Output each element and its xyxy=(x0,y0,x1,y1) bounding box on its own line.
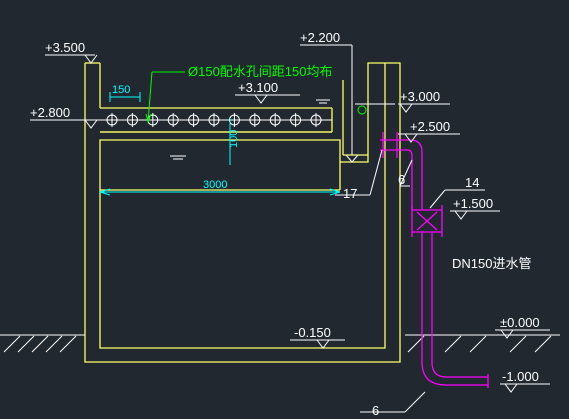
callout-6-upper: 6 xyxy=(398,172,405,187)
tank-section-diagram: +3.500 +2.800 +2.200 +3.100 +3.000 +2.50… xyxy=(0,30,560,418)
dim-hole-spacing: 150 xyxy=(112,84,130,96)
note-distribution-holes: Ø150配水孔间距150均布 xyxy=(188,64,333,79)
elev-tank-top: +3.500 xyxy=(45,40,85,55)
elev-distribution: +2.800 xyxy=(30,105,70,120)
elev-outlet-pipe: +2.500 xyxy=(410,119,450,134)
elevation-markers xyxy=(30,44,550,393)
level-sensor-icon xyxy=(357,105,367,115)
callout-leaders xyxy=(335,149,485,413)
ground-hatch-left xyxy=(0,334,85,353)
dim-channel-depth: 100 xyxy=(228,130,240,148)
valve-icon xyxy=(411,205,443,237)
ground-hatch-right xyxy=(405,334,560,353)
tank-walls xyxy=(84,62,401,363)
water-surface-marks xyxy=(170,99,395,160)
dim-tank-width: 3000 xyxy=(203,179,227,191)
elev-inlet-pipe: -1.000 xyxy=(502,369,539,384)
elev-tank-bottom: -0.150 xyxy=(294,325,331,340)
note-inlet-pipe: DN150进水管 xyxy=(452,256,531,271)
note-leader xyxy=(145,71,185,124)
callout-6-lower: 6 xyxy=(372,403,379,418)
callout-14: 14 xyxy=(465,175,479,190)
elev-ground: ±0.000 xyxy=(500,315,540,330)
elev-outlet-top: +3.000 xyxy=(400,89,440,104)
elev-water-level: +3.100 xyxy=(238,80,278,95)
elev-valve: +1.500 xyxy=(453,196,493,211)
elev-weir-top: +2.200 xyxy=(300,30,340,45)
drawing-canvas: +3.500 +2.800 +2.200 +3.100 +3.000 +2.50… xyxy=(0,0,569,419)
callout-17: 17 xyxy=(343,186,357,201)
